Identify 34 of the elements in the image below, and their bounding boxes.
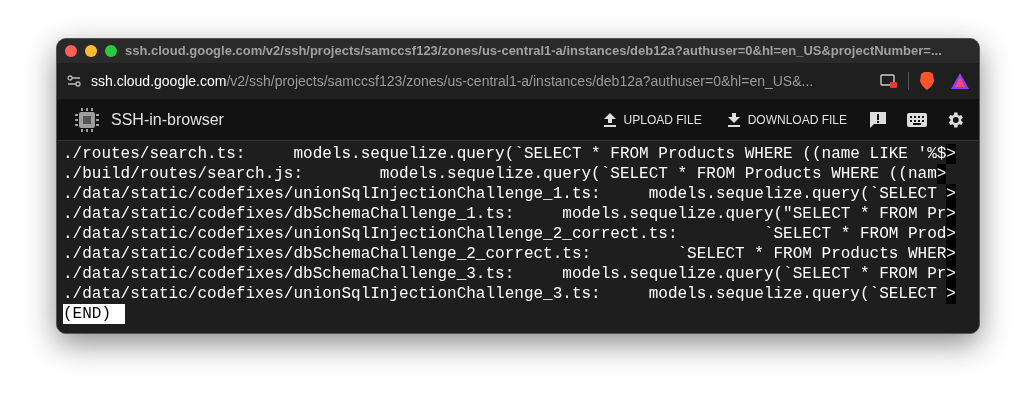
truncation-marker: > — [946, 144, 956, 164]
terminal-line: ./data/static/codefixes/unionSqlInjectionChallenge_1.ts: models.sequelize.query(`SELECT — [63, 184, 938, 204]
keyboard-icon[interactable] — [907, 112, 927, 127]
truncation-marker: > — [946, 224, 956, 244]
truncation-marker: > — [946, 264, 956, 284]
chip-icon — [73, 105, 101, 134]
truncation-marker: > — [936, 164, 947, 184]
upload-file-button[interactable]: UPLOAD FILE — [603, 110, 702, 129]
terminal-line: ./data/static/codefixes/dbSchemaChallenge_1.ts: models.sequelize.query("SELECT * FROM Pr — [63, 204, 947, 224]
upload-icon — [603, 112, 616, 127]
terminal-line: ./data/static/codefixes/unionSqlInjectionChallenge_3.ts: models.sequelize.query(`SELECT — [63, 284, 938, 304]
pager-status: (END) — [63, 304, 125, 324]
terminal-line: ./data/static/codefixes/dbSchemaChallenge_2_correct.ts: `SELECT * FROM Products WHER — [63, 244, 947, 264]
shield-icon[interactable] — [919, 72, 935, 90]
address-field[interactable]: ssh.cloud.google.com/v2/ssh/projects/samccsf123/zones/us-central1-a/instances/deb12a?authuser=0&hl=en_US&... — [91, 70, 870, 92]
terminal-line: ./data/static/codefixes/unionSqlInjectionChallenge_2_correct.ts: `SELECT * FROM Prod — [63, 224, 947, 244]
zoom-button[interactable] — [105, 45, 117, 57]
triangle-icon[interactable] — [951, 73, 969, 89]
download-file-button[interactable]: DOWNLOAD FILE — [727, 110, 847, 129]
terminal-line: ./routes/search.ts: models.sequelize.query(`SELECT * FROM Products WHERE ((name LIKE '%$ — [63, 144, 947, 164]
window-badge-icon[interactable] — [880, 73, 898, 89]
download-icon — [727, 112, 740, 127]
truncation-marker: > — [946, 244, 956, 264]
truncation-marker: > — [946, 184, 956, 204]
window-title: ssh.cloud.google.com/v2/ssh/projects/samccsf123/zones/us-central1-a/instances/deb12a?authuser=0&hl=en_US&projectNumber=... — [125, 42, 942, 61]
app-title: SSH-in-browser — [111, 109, 224, 130]
minimize-button[interactable] — [85, 45, 97, 57]
close-button[interactable] — [65, 45, 77, 57]
truncation-marker: > — [946, 284, 956, 304]
terminal-line: ./data/static/codefixes/dbSchemaChallenge_3.ts: models.sequelize.query(`SELECT * FROM Pr — [63, 264, 947, 284]
terminal-line: ./build/routes/search.js: models.sequelize.query(`SELECT * FROM Products WHERE ((nam — [63, 164, 937, 184]
feedback-icon[interactable] — [869, 110, 887, 129]
site-settings-icon[interactable] — [67, 75, 81, 87]
truncation-marker: > — [946, 204, 956, 224]
